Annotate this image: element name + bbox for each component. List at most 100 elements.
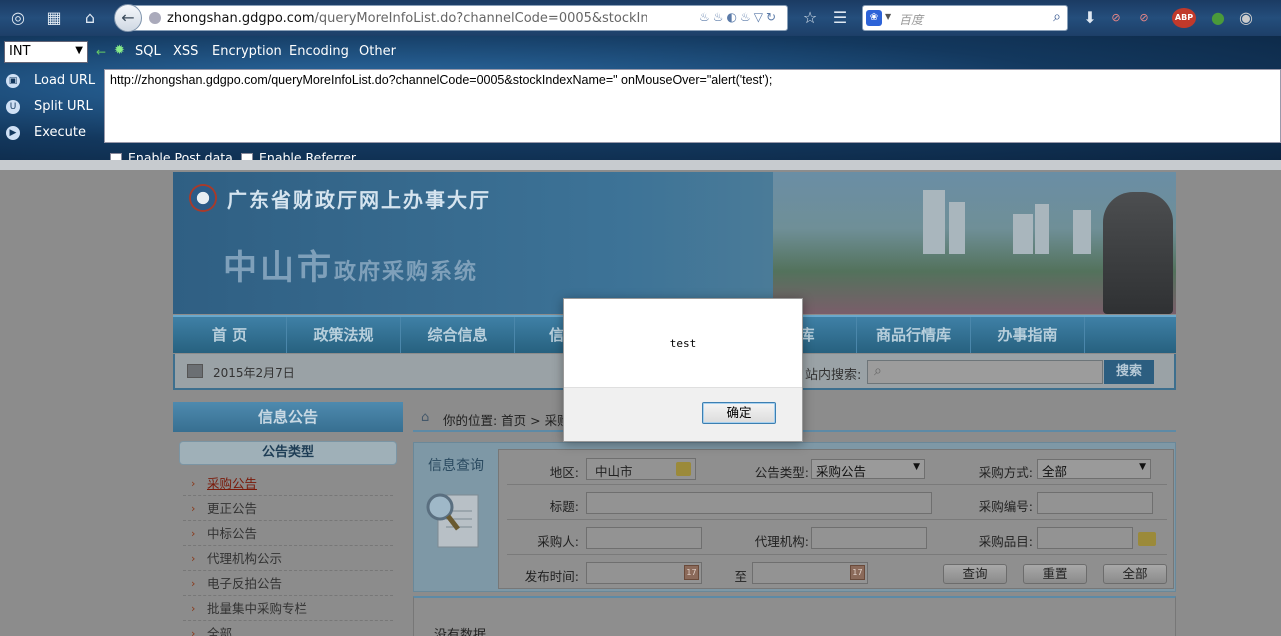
hackbar-type-value: INT — [9, 44, 31, 59]
banner-city-name: 中山市 — [223, 248, 334, 288]
sidebar-item-purchase-notice[interactable]: › 采购公告 — [183, 471, 393, 496]
nav-general-info[interactable]: 综合信息 — [401, 317, 515, 353]
number-input[interactable] — [1037, 492, 1153, 514]
load-url-button[interactable]: ▣ Load URL — [6, 73, 95, 88]
region-value: 中山市 — [595, 464, 633, 479]
page-separator — [0, 160, 1281, 170]
method-select[interactable]: 全部 ▼ — [1037, 459, 1151, 479]
publish-end-input[interactable]: 17 — [752, 562, 868, 584]
alert-footer: 确定 — [564, 387, 802, 441]
chevron-down-icon: ▼ — [1139, 462, 1146, 472]
to-label: 至 — [734, 569, 747, 584]
method-label: 采购方式: — [978, 465, 1033, 480]
notice-type-label: 公告类型: — [754, 465, 809, 480]
sidebar-item-all[interactable]: › 全部 — [183, 621, 393, 636]
nav-guide[interactable]: 办事指南 — [971, 317, 1085, 353]
region-picker-icon[interactable] — [676, 462, 691, 476]
hackbar-menu-sql[interactable]: SQL — [135, 44, 161, 59]
split-url-button[interactable]: U Split URL — [6, 99, 93, 114]
engine-dropdown-icon[interactable]: ▼ — [885, 12, 891, 21]
chevron-down-icon: ▼ — [75, 45, 83, 56]
breadcrumb-text: 你的位置: 首页 > 采购 — [443, 413, 570, 428]
search-placeholder: 百度 — [899, 13, 924, 27]
sidebar-item-reverse-auction[interactable]: › 电子反拍公告 — [183, 571, 393, 596]
agency-input[interactable] — [811, 527, 927, 549]
bookmarks-list-icon[interactable]: ☰ — [830, 8, 850, 28]
sidebar: 信息公告 公告类型 › 采购公告 › 更正公告 › 中标公告 › 代理机构公示 › 电子反… — [173, 402, 403, 636]
load-url-icon: ▣ — [6, 73, 20, 88]
hackbar-menu-xss[interactable]: XSS — [173, 44, 198, 59]
query-title: 信息查询 — [428, 458, 484, 474]
alert-ok-button[interactable]: 确定 — [702, 402, 776, 424]
execute-button[interactable]: ▶ Execute — [6, 125, 86, 140]
execute-label: Execute — [34, 125, 86, 140]
arrow-icon: ← — [96, 45, 107, 59]
folder-icon[interactable] — [1138, 532, 1156, 546]
nav-policy[interactable]: 政策法规 — [287, 317, 401, 353]
noscript-alt-icon[interactable]: ⊘ — [1134, 8, 1154, 28]
hackbar-panel: INT ▼ ← ✹ SQL XSS Encryption Encoding Ot… — [0, 36, 1281, 165]
query-button[interactable]: 查询 — [943, 564, 1007, 584]
hackbar-url-textarea[interactable]: http://zhongshan.gdgpo.com/queryMoreInfo… — [104, 69, 1281, 143]
site-banner: 广东省财政厅网上办事大厅 中山市政府采购系统 — [173, 172, 1176, 314]
sidebar-item-agency[interactable]: › 代理机构公示 — [183, 546, 393, 571]
sidebar-item-label: 中标公告 — [207, 526, 258, 541]
sidebar-item-label: 全部 — [207, 626, 233, 636]
alert-message: test — [669, 337, 697, 350]
buyer-input[interactable] — [586, 527, 702, 549]
browser-toolbar: ◎ ▦ ⌂ ← zhongshan.gdgpo.com/queryMoreInf… — [0, 0, 1281, 36]
no-data-text: 没有数据 — [434, 628, 487, 636]
publish-time-label: 发布时间: — [524, 569, 579, 584]
hackbar-menu-encryption[interactable]: Encryption — [212, 44, 282, 59]
sidebar-item-label: 批量集中采购专栏 — [207, 601, 308, 616]
adblock-icon[interactable]: ABP — [1172, 8, 1196, 28]
nav-home[interactable]: 首 页 — [173, 317, 287, 353]
notice-type-value: 采购公告 — [816, 464, 867, 479]
subject-label: 标题: — [549, 499, 579, 514]
sidebar-item-label: 电子反拍公告 — [207, 576, 283, 591]
subject-input[interactable] — [586, 492, 932, 514]
calendar-icon[interactable]: 17 — [850, 565, 865, 580]
rss-icon[interactable]: ◎ — [8, 8, 28, 28]
publish-start-input[interactable]: 17 — [586, 562, 702, 584]
sidebar-item-batch-purchase[interactable]: › 批量集中采购专栏 — [183, 596, 393, 621]
document-search-icon — [426, 493, 479, 548]
home-icon[interactable]: ⌂ — [80, 8, 100, 28]
noscript-icon[interactable]: ⊘ — [1106, 8, 1126, 28]
sidebar-item-award[interactable]: › 中标公告 — [183, 521, 393, 546]
calendar-icon — [187, 364, 203, 378]
search-magnifier-icon[interactable]: ⌕ — [1053, 9, 1061, 25]
search-icon: ⌕ — [874, 363, 882, 379]
all-button[interactable]: 全部 — [1103, 564, 1167, 584]
statue-image — [1103, 192, 1173, 314]
region-input[interactable]: 中山市 — [586, 458, 696, 480]
sidebar-item-correction[interactable]: › 更正公告 — [183, 496, 393, 521]
bookmark-star-icon[interactable]: ☆ — [800, 8, 820, 28]
search-box[interactable]: ❀ ▼ 百度 ⌕ — [862, 5, 1068, 31]
item-label: 采购品目: — [978, 534, 1033, 549]
calendar-icon[interactable]: 17 — [684, 565, 699, 580]
alert-dialog: test 确定 — [563, 298, 803, 442]
item-input[interactable] — [1037, 527, 1133, 549]
banner-main-title: 中山市政府采购系统 — [223, 240, 478, 289]
download-icon[interactable]: ⬇ — [1080, 8, 1100, 28]
address-bar[interactable]: zhongshan.gdgpo.com/queryMoreInfoList.do… — [116, 5, 788, 31]
sidebar-item-label: 更正公告 — [207, 501, 258, 516]
extension-green-icon[interactable]: ● — [1208, 8, 1228, 28]
split-url-label: Split URL — [34, 99, 93, 114]
site-search-input[interactable]: ⌕ — [867, 360, 1103, 384]
reset-button[interactable]: 重置 — [1023, 564, 1087, 584]
hackbar-menu-other[interactable]: Other — [359, 44, 396, 59]
nav-price-db[interactable]: 商品行情库 — [857, 317, 971, 353]
site-search-button[interactable]: 搜索 — [1104, 360, 1154, 384]
notice-type-select[interactable]: 采购公告 ▼ — [811, 459, 925, 479]
extension-gray-icon[interactable]: ◉ — [1236, 8, 1256, 28]
current-date: 2015年2月7日 — [213, 366, 295, 380]
apps-grid-icon[interactable]: ▦ — [44, 8, 64, 28]
hackbar-menu-encoding[interactable]: Encoding — [289, 44, 349, 59]
baidu-paw-icon[interactable]: ❀ — [866, 10, 882, 26]
hackbar-type-select[interactable]: INT ▼ — [4, 41, 88, 63]
back-button[interactable]: ← — [114, 4, 142, 32]
site-search-label: 站内搜索: — [805, 368, 862, 383]
execute-play-icon: ▶ — [6, 125, 20, 140]
